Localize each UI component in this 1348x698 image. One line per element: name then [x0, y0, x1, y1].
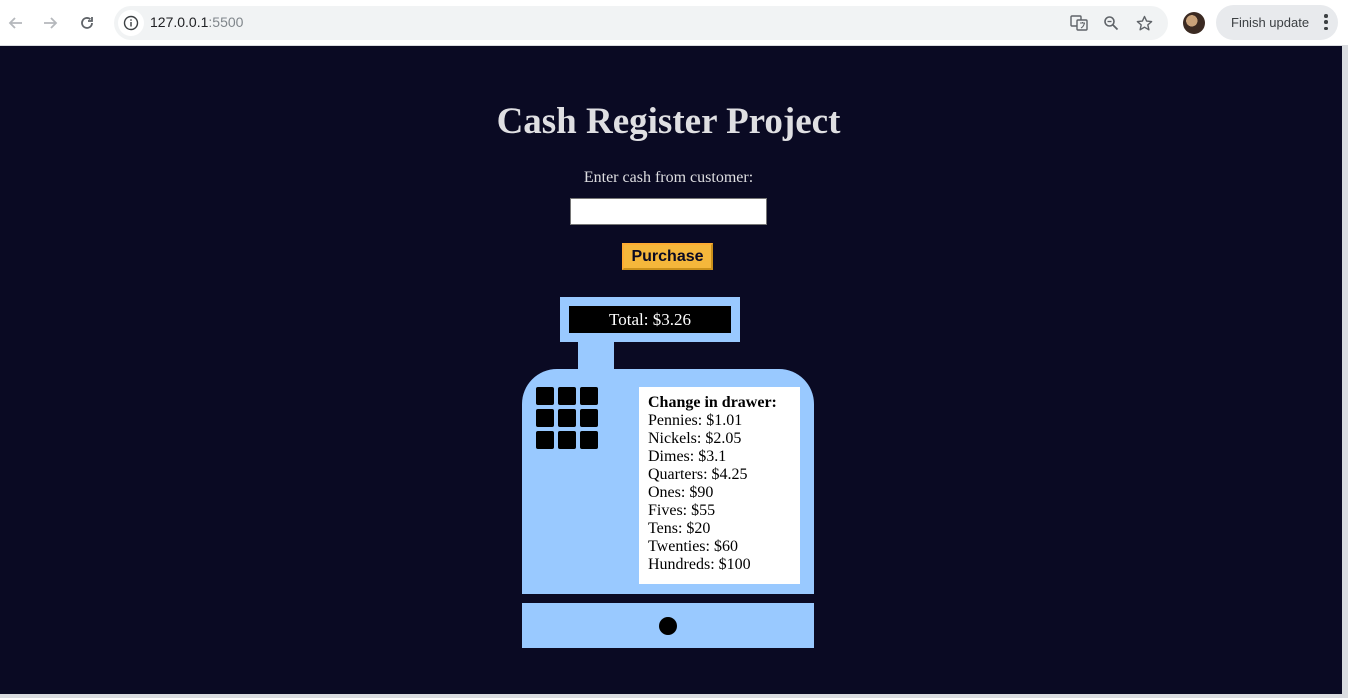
drawer-item-dimes: Dimes: $3.1: [648, 448, 727, 465]
drawer-item-hundreds: Hundreds: $100: [648, 556, 751, 573]
address-bar[interactable]: 127.0.0.1:5500: [114, 6, 1168, 40]
drawer-item-quarters: Quarters: $4.25: [648, 466, 748, 483]
bookmark-star-icon[interactable]: [1132, 11, 1156, 35]
cash-input[interactable]: [570, 198, 767, 225]
translate-icon[interactable]: [1067, 11, 1091, 35]
purchase-button[interactable]: Purchase: [622, 243, 713, 270]
finish-update-label: Finish update: [1231, 15, 1310, 30]
change-in-drawer: Change in drawer: Pennies: $1.01 Nickels…: [639, 387, 800, 584]
keypad-key: [536, 409, 554, 427]
site-info-icon[interactable]: [118, 10, 144, 36]
keypad-key: [558, 409, 576, 427]
profile-avatar[interactable]: [1183, 12, 1205, 34]
drawer-item-nickels: Nickels: $2.05: [648, 430, 742, 447]
url-text: 127.0.0.1:5500: [150, 14, 243, 30]
register-knob: [659, 617, 677, 635]
keypad-key: [536, 431, 554, 449]
cash-input-label: Enter cash from customer:: [583, 169, 754, 186]
keypad-key: [580, 431, 598, 449]
register-neck: [578, 342, 614, 370]
total-display: Total: $3.26: [569, 306, 731, 333]
drawer-item-tens: Tens: $20: [648, 520, 711, 537]
drawer-item-pennies: Pennies: $1.01: [648, 412, 743, 429]
page-title: Cash Register Project: [496, 101, 841, 142]
keypad-key: [580, 409, 598, 427]
window-edge: [0, 694, 1348, 698]
drawer-item-twenties: Twenties: $60: [648, 538, 738, 555]
more-menu-icon[interactable]: [1324, 14, 1328, 30]
register-keypad: [536, 387, 598, 449]
url-host: 127.0.0.1: [150, 14, 209, 30]
browser-toolbar: 127.0.0.1:5500 Finish update: [0, 0, 1348, 46]
keypad-key: [558, 387, 576, 405]
url-port: :5500: [208, 14, 244, 30]
forward-arrow-icon[interactable]: [35, 8, 65, 38]
drawer-item-ones: Ones: $90: [648, 484, 714, 501]
drawer-item-fives: Fives: $55: [648, 502, 716, 519]
drawer-title: Change in drawer:: [648, 394, 777, 411]
back-arrow-icon[interactable]: [1, 8, 31, 38]
keypad-key: [558, 431, 576, 449]
reload-icon[interactable]: [72, 8, 102, 38]
zoom-icon[interactable]: [1099, 11, 1123, 35]
keypad-key: [536, 387, 554, 405]
keypad-key: [580, 387, 598, 405]
window-edge: [1342, 46, 1348, 698]
finish-update-button[interactable]: Finish update: [1216, 5, 1338, 40]
